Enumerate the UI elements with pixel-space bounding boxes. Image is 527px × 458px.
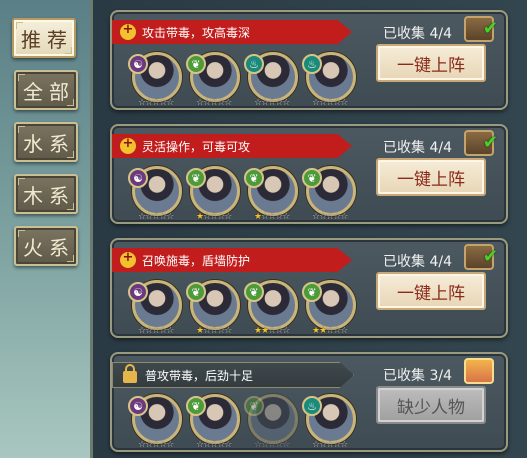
deploy-all-button[interactable]: 一键上阵 bbox=[376, 158, 486, 196]
star-rating: ☆☆☆☆☆ bbox=[196, 440, 232, 450]
lineup-title: 灵活操作，可毒可攻 bbox=[142, 139, 251, 154]
lineup-banner: 召唤施毒，盾墙防护 bbox=[112, 248, 352, 272]
tab-all[interactable]: 全部 bbox=[14, 70, 78, 110]
deploy-all-label: 一键上阵 bbox=[397, 283, 465, 304]
wood-element-icon: ❦ bbox=[302, 168, 322, 188]
tab-water[interactable]: 水系 bbox=[14, 122, 78, 162]
wood-element-icon: ❦ bbox=[244, 168, 264, 188]
star-rating: ★★☆☆☆ bbox=[312, 326, 348, 336]
deploy-all-label: 一键上阵 bbox=[397, 55, 465, 76]
collected-count: 已收集 4/4 bbox=[383, 140, 452, 156]
lineup-banner: 普攻带毒，后劲十足 bbox=[112, 362, 354, 388]
lineup-card: 攻击带毒，攻高毒深 已收集 4/4 ☯ ☆☆☆☆☆ ❦ ☆☆☆☆☆ ♨ ☆☆☆☆… bbox=[110, 10, 508, 110]
star-rating: ☆☆☆☆☆ bbox=[312, 212, 348, 222]
star-rating: ★★☆☆☆ bbox=[254, 326, 290, 336]
deploy-all-button[interactable]: 一键上阵 bbox=[376, 272, 486, 310]
wood-element-icon: ❦ bbox=[186, 282, 206, 302]
collected-chest-icon bbox=[464, 244, 498, 270]
wood-element-icon: ❦ bbox=[186, 396, 206, 416]
water-element-icon: ♨ bbox=[302, 54, 322, 74]
tab-all-label: 全部 bbox=[23, 79, 75, 104]
dark-element-icon: ☯ bbox=[128, 168, 148, 188]
star-rating: ☆☆☆☆☆ bbox=[138, 326, 174, 336]
treasure-chest-icon bbox=[464, 358, 494, 384]
wood-element-icon: ❦ bbox=[302, 282, 322, 302]
star-rating: ☆☆☆☆☆ bbox=[196, 98, 232, 108]
star-rating: ★☆☆☆☆ bbox=[196, 212, 232, 222]
star-rating: ☆☆☆☆☆ bbox=[312, 98, 348, 108]
star-rating: ★☆☆☆☆ bbox=[254, 212, 290, 222]
lineup-banner: 灵活操作，可毒可攻 bbox=[112, 134, 352, 158]
collected-count: 已收集 4/4 bbox=[383, 26, 452, 42]
magnify-icon bbox=[120, 22, 136, 40]
wood-element-icon: ❦ bbox=[186, 168, 206, 188]
magnify-icon bbox=[120, 136, 136, 154]
dark-element-icon: ☯ bbox=[128, 54, 148, 74]
wood-element-icon: ❦ bbox=[244, 282, 264, 302]
deploy-all-button[interactable]: 一键上阵 bbox=[376, 44, 486, 82]
lineup-title: 普攻带毒，后劲十足 bbox=[145, 368, 254, 383]
star-rating: ★☆☆☆☆ bbox=[196, 326, 232, 336]
tab-fire[interactable]: 火系 bbox=[14, 226, 78, 266]
water-element-icon: ♨ bbox=[244, 54, 264, 74]
tab-recommended[interactable]: 推荐 bbox=[12, 18, 76, 58]
lineup-title: 攻击带毒，攻高毒深 bbox=[142, 25, 251, 40]
star-rating: ☆☆☆☆☆ bbox=[312, 440, 348, 450]
lock-icon bbox=[123, 364, 137, 383]
tab-recommended-label: 推荐 bbox=[21, 27, 73, 52]
missing-character-button[interactable]: 缺少人物 bbox=[376, 386, 486, 424]
collected-chest-icon bbox=[464, 16, 498, 42]
dark-element-icon: ☯ bbox=[128, 396, 148, 416]
dark-element-icon: ☯ bbox=[128, 282, 148, 302]
collected-chest-icon bbox=[464, 130, 498, 156]
tab-wood[interactable]: 木系 bbox=[14, 174, 78, 214]
collected-count: 已收集 4/4 bbox=[383, 254, 452, 270]
star-rating: ☆☆☆☆☆ bbox=[254, 440, 290, 450]
tab-water-label: 水系 bbox=[23, 131, 75, 156]
star-rating: ☆☆☆☆☆ bbox=[138, 98, 174, 108]
star-rating: ☆☆☆☆☆ bbox=[254, 98, 290, 108]
missing-character-label: 缺少人物 bbox=[397, 397, 465, 418]
deploy-all-label: 一键上阵 bbox=[397, 169, 465, 190]
lineup-card: 灵活操作，可毒可攻 已收集 4/4 ☯ ☆☆☆☆☆ ❦ ★☆☆☆☆ ❦ ★☆☆☆… bbox=[110, 124, 508, 224]
lineup-card: 召唤施毒，盾墙防护 已收集 4/4 ☯ ☆☆☆☆☆ ❦ ★☆☆☆☆ ❦ ★★☆☆… bbox=[110, 238, 508, 338]
star-rating: ☆☆☆☆☆ bbox=[138, 440, 174, 450]
tab-fire-label: 火系 bbox=[23, 235, 75, 260]
collected-count: 已收集 3/4 bbox=[383, 368, 452, 384]
lineup-card: 普攻带毒，后劲十足 已收集 3/4 ☯ ☆☆☆☆☆ ❦ ☆☆☆☆☆ ❦ ☆☆☆☆… bbox=[110, 352, 508, 452]
lineup-banner: 攻击带毒，攻高毒深 bbox=[112, 20, 352, 44]
wood-element-icon: ❦ bbox=[186, 54, 206, 74]
lineup-title: 召唤施毒，盾墙防护 bbox=[142, 253, 251, 268]
wood-element-icon: ❦ bbox=[244, 396, 264, 416]
water-element-icon: ♨ bbox=[302, 396, 322, 416]
magnify-icon bbox=[120, 250, 136, 268]
tab-wood-label: 木系 bbox=[23, 183, 75, 208]
star-rating: ☆☆☆☆☆ bbox=[138, 212, 174, 222]
